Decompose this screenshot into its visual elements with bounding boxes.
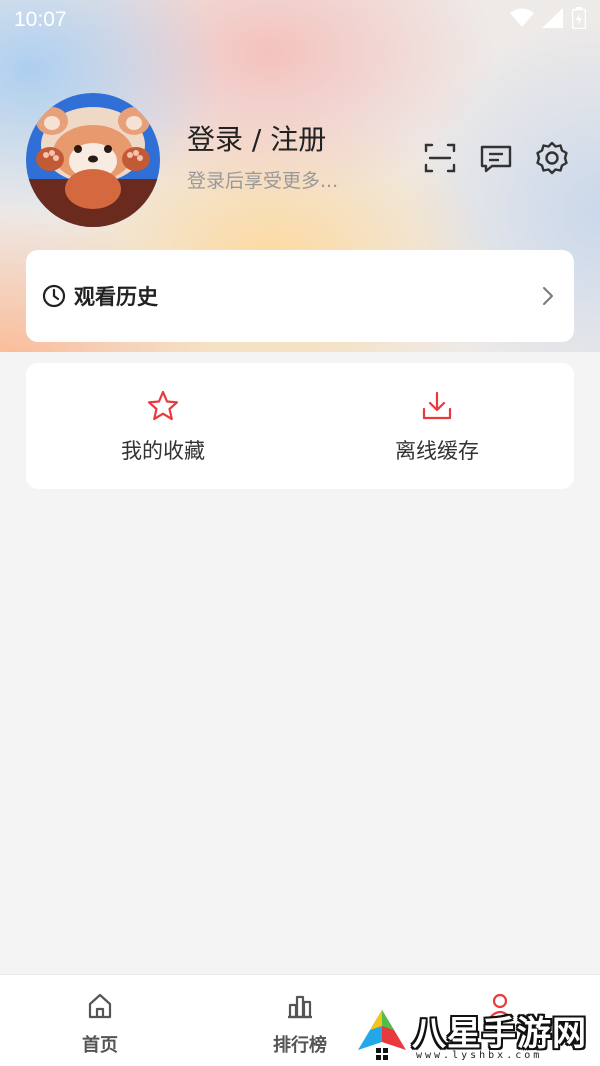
ranking-icon (285, 991, 315, 1021)
message-icon[interactable] (478, 140, 514, 176)
nav-label-home: 首页 (82, 1035, 118, 1056)
download-icon (420, 389, 454, 423)
offline-cache-button[interactable]: 离线缓存 (300, 363, 574, 489)
favorites-label: 我的收藏 (121, 439, 205, 463)
watch-history-row[interactable]: 观看历史 (26, 250, 574, 342)
status-time: 10:07 (14, 8, 67, 31)
home-icon (85, 991, 115, 1021)
nav-label-ranking: 排行榜 (273, 1035, 327, 1056)
wifi-icon (510, 8, 534, 32)
login-subtitle: 登录后享受更多... (187, 170, 339, 192)
watermark-logo: 八星手游网 www.lyshbx.com (352, 1004, 596, 1064)
offline-cache-label: 离线缓存 (395, 439, 479, 463)
clock-icon (42, 284, 66, 308)
watermark-mark-icon (358, 1010, 406, 1060)
nav-item-home[interactable]: 首页 (0, 975, 200, 1066)
top-actions (422, 140, 570, 176)
watermark-url: www.lyshbx.com (416, 1050, 543, 1061)
chevron-right-icon (536, 285, 558, 307)
feature-card: 我的收藏 离线缓存 (26, 363, 574, 489)
status-bar: 10:07 (0, 0, 600, 40)
watermark-text: 八星手游网 (412, 1014, 587, 1054)
battery-icon (571, 7, 587, 33)
settings-icon[interactable] (534, 140, 570, 176)
star-icon (146, 389, 180, 423)
favorites-button[interactable]: 我的收藏 (26, 363, 300, 489)
login-register-title[interactable]: 登录 / 注册 (187, 118, 326, 158)
signal-icon (542, 8, 564, 32)
status-icons (510, 7, 587, 33)
scan-icon[interactable] (422, 140, 458, 176)
watch-history-label: 观看历史 (74, 285, 158, 309)
avatar[interactable] (26, 93, 160, 227)
